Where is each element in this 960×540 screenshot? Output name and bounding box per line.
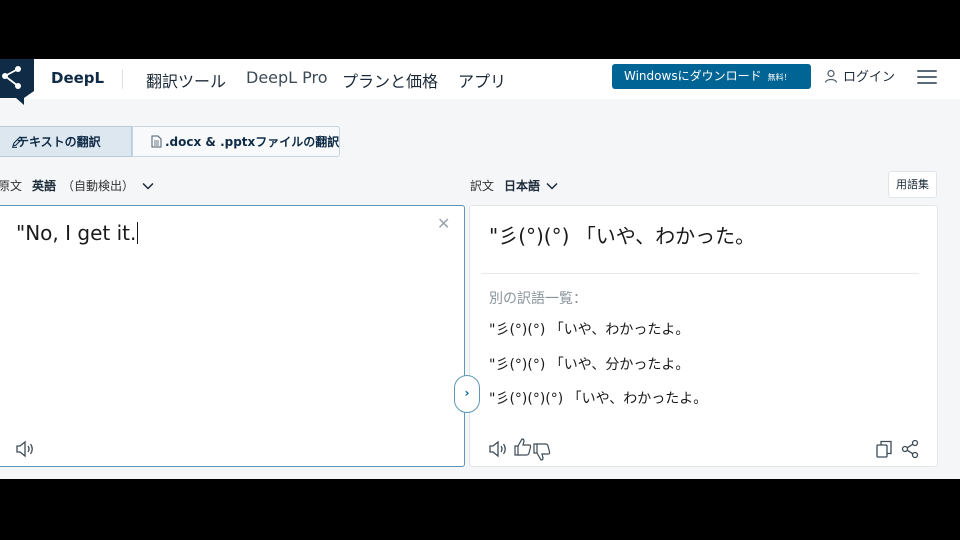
letterbox-bottom xyxy=(0,479,960,540)
speaker-icon[interactable] xyxy=(488,439,508,459)
header-divider xyxy=(122,69,123,89)
translation-divider xyxy=(481,273,919,274)
chevron-down-icon xyxy=(546,182,558,190)
top-header: DeepL 翻訳ツール DeepL Pro プランと価格 アプリ Windows… xyxy=(0,59,960,105)
deepl-logo-icon[interactable] xyxy=(0,59,38,105)
alternative-item[interactable]: "彡(°)(°) 「いや、分かったよ。 xyxy=(489,354,689,374)
target-language-selector[interactable]: 日本語 xyxy=(504,177,558,194)
letterbox-top xyxy=(0,0,960,59)
pen-icon xyxy=(12,136,23,148)
free-badge: 無料！ xyxy=(767,73,792,82)
translation-panel: "彡(°)(°) 「いや、わかった。 別の訳語一覧： "彡(°)(°) 「いや、… xyxy=(469,205,938,467)
target-label: 訳文 xyxy=(470,179,495,193)
nav-pricing[interactable]: プランと価格 xyxy=(342,68,438,92)
nav-deepl-pro[interactable]: DeepL Pro xyxy=(246,68,328,87)
source-text-input[interactable]: "No, I get it. xyxy=(16,221,139,245)
source-label: 原文 xyxy=(0,179,23,193)
target-language: 日本語 xyxy=(504,179,541,193)
share-icon[interactable] xyxy=(900,439,920,459)
alternative-item[interactable]: "彡(°)(°) 「いや、わかったよ。 xyxy=(489,319,689,339)
user-icon xyxy=(824,69,838,83)
tab-doc-label: .docx & .pptxファイルの翻訳 xyxy=(165,135,340,149)
source-language-selector[interactable]: 英語 （自動検出） xyxy=(32,177,154,194)
nav-apps[interactable]: アプリ xyxy=(458,68,506,92)
alternatives-heading: 別の訳語一覧： xyxy=(489,291,587,307)
glossary-button[interactable]: 用語集 xyxy=(888,171,937,198)
tab-document-translation[interactable]: .docx & .pptxファイルの翻訳 xyxy=(132,126,340,157)
swap-arrow-icon[interactable]: › xyxy=(454,375,480,413)
alternative-item[interactable]: "彡(°)(°)(°) 「いや、わかったよ。 xyxy=(489,388,707,408)
source-language-bar: 原文 英語 （自動検出） xyxy=(0,177,154,194)
tab-text-translation[interactable]: テキストの翻訳 xyxy=(0,126,132,157)
target-language-bar: 訳文 日本語 xyxy=(470,177,558,194)
download-label: Windowsにダウンロード xyxy=(624,69,762,83)
thumbs-down-icon[interactable] xyxy=(532,442,552,462)
thumbs-up-icon[interactable] xyxy=(513,437,533,457)
source-language: 英語 xyxy=(32,179,57,193)
copy-icon[interactable] xyxy=(874,439,894,459)
login-link[interactable]: ログイン xyxy=(824,66,895,85)
source-text: "No, I get it. xyxy=(16,221,137,245)
tab-text-label: テキストの翻訳 xyxy=(17,135,101,149)
clear-text-icon[interactable]: ✕ xyxy=(437,214,450,233)
translation-text[interactable]: "彡(°)(°) 「いや、わかった。 xyxy=(489,220,755,249)
download-windows-button[interactable]: Windowsにダウンロード 無料！ xyxy=(612,64,811,89)
speaker-icon[interactable] xyxy=(15,439,35,459)
auto-detect-label: （自動検出） xyxy=(62,179,135,193)
document-icon xyxy=(151,135,162,148)
deepl-page: DeepL 翻訳ツール DeepL Pro プランと価格 アプリ Windows… xyxy=(0,59,960,479)
nav-translator[interactable]: 翻訳ツール xyxy=(146,68,226,92)
chevron-down-icon xyxy=(142,182,154,190)
brand-name[interactable]: DeepL xyxy=(51,69,104,87)
source-text-panel[interactable]: "No, I get it. ✕ xyxy=(0,205,465,467)
text-caret xyxy=(137,222,139,244)
menu-icon[interactable] xyxy=(917,70,937,85)
login-label: ログイン xyxy=(843,70,896,85)
